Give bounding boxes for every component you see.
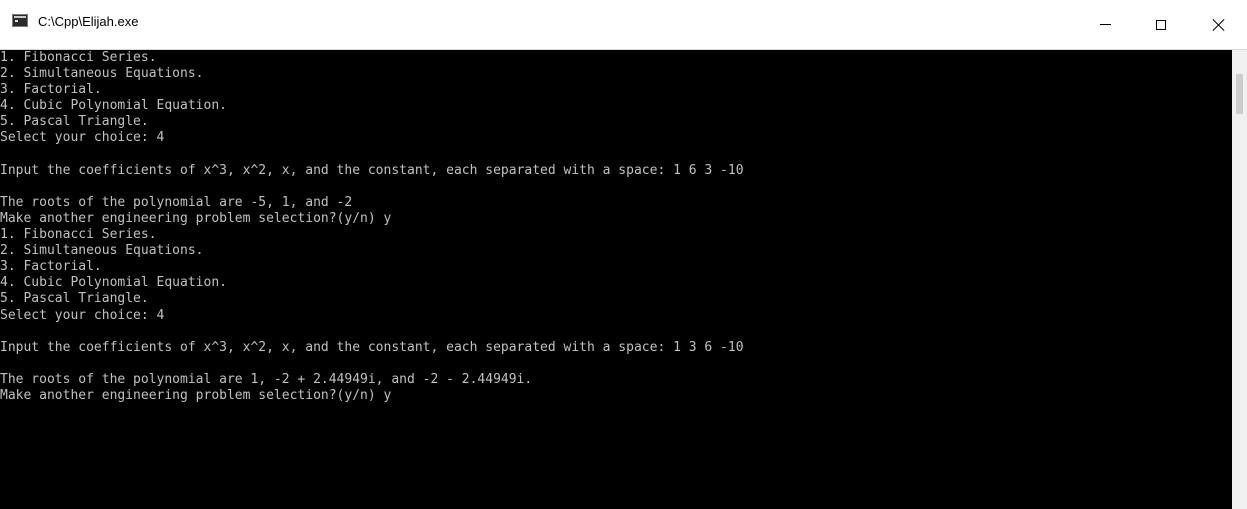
console-output[interactable]: 1. Fibonacci Series. 2. Simultaneous Equ…	[0, 50, 1232, 509]
console-line: 5. Pascal Triangle.	[0, 114, 149, 130]
vertical-scrollbar[interactable]	[1232, 50, 1247, 509]
window-title: C:\Cpp\Elijah.exe	[38, 14, 139, 29]
minimize-button[interactable]	[1077, 0, 1133, 49]
console-line: 1. Fibonacci Series.	[0, 227, 157, 243]
console-line: Make another engineering problem selecti…	[0, 210, 392, 226]
console-line: The roots of the polynomial are 1, -2 + …	[0, 371, 533, 387]
close-button[interactable]	[1191, 0, 1247, 49]
console-line: 3. Factorial.	[0, 82, 102, 98]
console-line: Select your choice: 4	[0, 307, 165, 323]
minimize-icon	[1099, 24, 1111, 25]
console-line: 3. Factorial.	[0, 259, 102, 275]
close-icon	[1212, 18, 1226, 32]
maximize-icon	[1156, 19, 1166, 30]
console-line: Input the coefficients of x^3, x^2, x, a…	[0, 339, 744, 355]
console-window: C:\Cpp\Elijah.exe 1. Fibonacci Series. 2…	[0, 0, 1247, 509]
title-bar[interactable]: C:\Cpp\Elijah.exe	[0, 0, 1247, 50]
console-line: 2. Simultaneous Equations.	[0, 66, 204, 82]
console-app-icon[interactable]	[12, 14, 28, 27]
console-line: 5. Pascal Triangle.	[0, 291, 149, 307]
scrollbar-thumb[interactable]	[1236, 74, 1243, 114]
console-line: Input the coefficients of x^3, x^2, x, a…	[0, 162, 744, 178]
console-line: Make another engineering problem selecti…	[0, 387, 392, 403]
console-line: 4. Cubic Polynomial Equation.	[0, 275, 227, 291]
console-line: The roots of the polynomial are -5, 1, a…	[0, 194, 353, 210]
console-line: 1. Fibonacci Series.	[0, 50, 157, 65]
maximize-button[interactable]	[1133, 0, 1189, 49]
console-line: 2. Simultaneous Equations.	[0, 243, 204, 259]
console-line: 4. Cubic Polynomial Equation.	[0, 98, 227, 114]
console-line: Select your choice: 4	[0, 130, 165, 146]
